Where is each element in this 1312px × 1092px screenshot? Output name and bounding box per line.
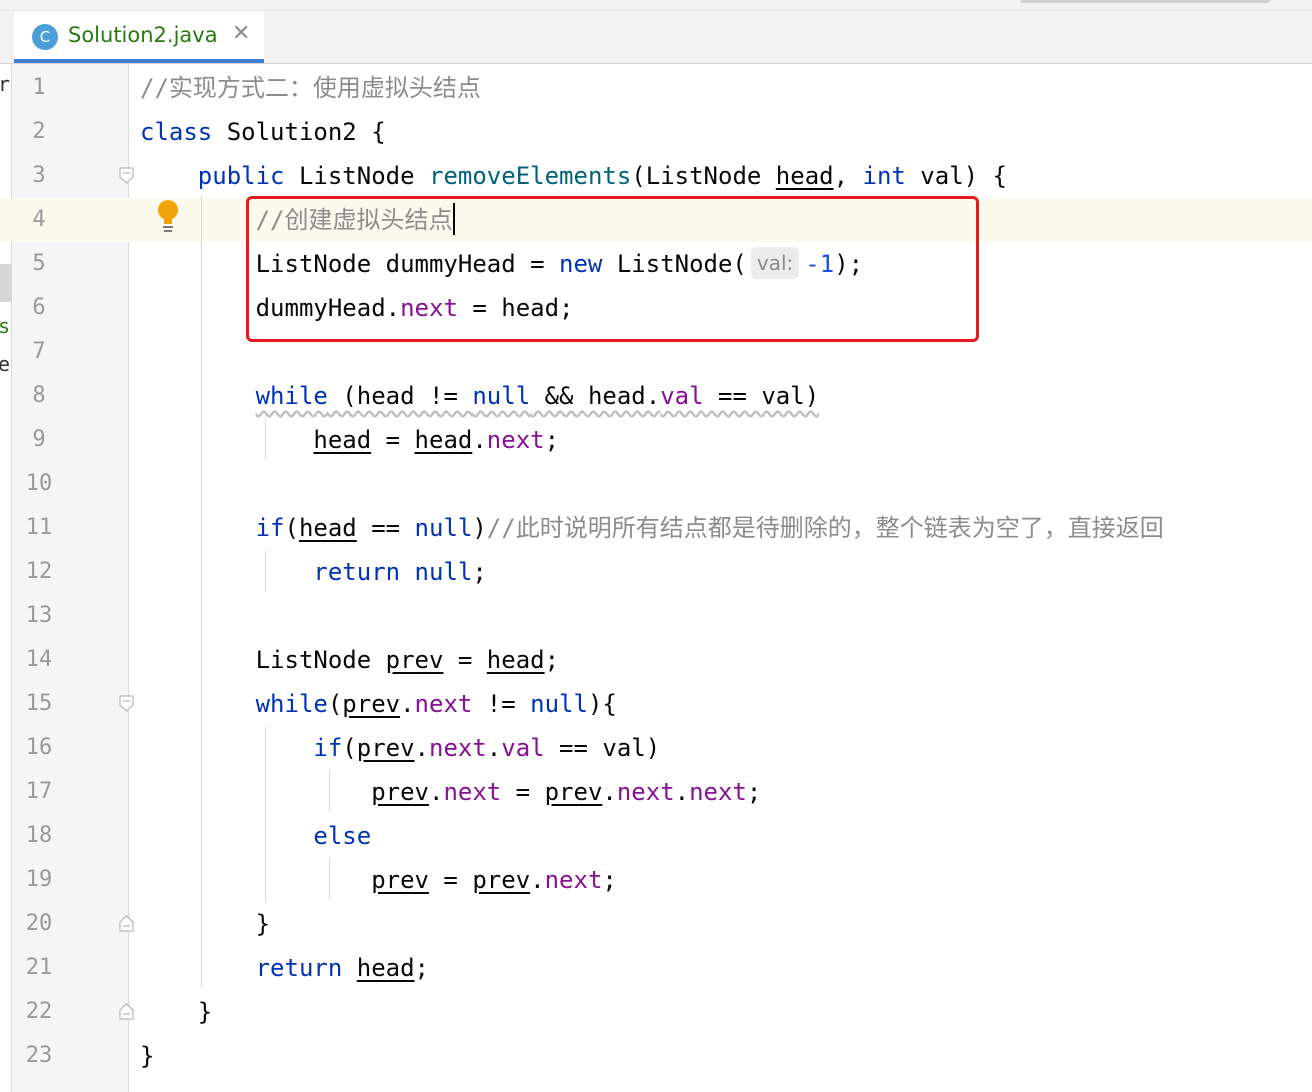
- line-number: 7: [32, 339, 46, 364]
- code-line[interactable]: 9 head = head.next;: [0, 418, 1312, 462]
- code-line[interactable]: 18 else: [0, 814, 1312, 858]
- code-text[interactable]: }: [140, 902, 270, 946]
- fold-close-icon[interactable]: [119, 1003, 134, 1020]
- code-text[interactable]: head = head.next;: [140, 418, 559, 462]
- line-number: 10: [25, 471, 53, 496]
- indent-guide: [265, 418, 266, 460]
- code-line[interactable]: 11 if(head == null)//此时说明所有结点都是待删除的，整个链表…: [0, 506, 1312, 550]
- line-number: 1: [32, 75, 46, 100]
- fold-close-icon[interactable]: [119, 915, 134, 932]
- line-number: 22: [25, 999, 53, 1024]
- code-line[interactable]: 17 prev.next = prev.next.next;: [0, 770, 1312, 814]
- code-line[interactable]: 15 while(prev.next != null){: [0, 682, 1312, 726]
- intention-bulb-icon[interactable]: [156, 199, 180, 233]
- code-text[interactable]: }: [140, 1034, 154, 1078]
- code-text[interactable]: class Solution2 {: [140, 110, 386, 154]
- line-number: 21: [25, 955, 53, 980]
- code-line[interactable]: 1 //实现方式二：使用虚拟头结点: [0, 66, 1312, 110]
- line-number: 19: [25, 867, 53, 892]
- indent-guide: [265, 726, 266, 902]
- code-line[interactable]: 2 class Solution2 {: [0, 110, 1312, 154]
- highlight-box: [246, 196, 979, 342]
- code-text[interactable]: ListNode prev = head;: [140, 638, 559, 682]
- code-line[interactable]: 16 if(prev.next.val == val): [0, 726, 1312, 770]
- line-number: 23: [25, 1043, 53, 1068]
- code-text[interactable]: }: [140, 990, 212, 1034]
- line-number: 9: [32, 427, 46, 452]
- code-text[interactable]: public ListNode removeElements(ListNode …: [140, 154, 1007, 198]
- code-line[interactable]: 19 prev = prev.next;: [0, 858, 1312, 902]
- indent-guide: [329, 858, 330, 900]
- line-number: 15: [25, 691, 53, 716]
- code-line[interactable]: 23}: [0, 1034, 1312, 1078]
- line-number: 4: [32, 207, 46, 232]
- line-number: 16: [25, 735, 53, 760]
- editor-tab-bar: C Solution2.java ✕: [0, 11, 1312, 64]
- line-number: 17: [25, 779, 53, 804]
- line-number: 12: [25, 559, 53, 584]
- code-line[interactable]: 20 }: [0, 902, 1312, 946]
- code-text[interactable]: while(prev.next != null){: [140, 682, 617, 726]
- code-text[interactable]: prev = prev.next;: [140, 858, 617, 902]
- line-number: 20: [25, 911, 53, 936]
- code-line[interactable]: 13: [0, 594, 1312, 638]
- window-top-strip: [0, 0, 1312, 11]
- code-line[interactable]: 3 public ListNode removeElements(ListNod…: [0, 154, 1312, 198]
- line-number: 8: [32, 383, 46, 408]
- line-number: 5: [32, 251, 46, 276]
- code-text[interactable]: if(prev.next.val == val): [140, 726, 660, 770]
- code-text[interactable]: while (head != null && head.val == val): [140, 374, 820, 418]
- line-number: 3: [32, 163, 46, 188]
- line-number: 2: [32, 119, 46, 144]
- indent-guide: [265, 550, 266, 592]
- line-number: 6: [32, 295, 46, 320]
- tab-solution2-java[interactable]: C Solution2.java ✕: [14, 11, 264, 63]
- code-text[interactable]: else: [140, 814, 371, 858]
- code-line[interactable]: 14 ListNode prev = head;: [0, 638, 1312, 682]
- code-line[interactable]: 12 return null;: [0, 550, 1312, 594]
- line-number: 14: [25, 647, 53, 672]
- close-icon[interactable]: ✕: [232, 21, 250, 46]
- code-text[interactable]: prev.next = prev.next.next;: [140, 770, 761, 814]
- code-text[interactable]: return null;: [140, 550, 486, 594]
- fold-open-icon[interactable]: [119, 695, 134, 712]
- code-line[interactable]: 8 while (head != null && head.val == val…: [0, 374, 1312, 418]
- line-number: 13: [25, 603, 53, 628]
- code-line[interactable]: 10: [0, 462, 1312, 506]
- line-number: 18: [25, 823, 53, 848]
- code-text[interactable]: return head;: [140, 946, 429, 990]
- java-class-icon: C: [32, 24, 58, 50]
- scroll-knob[interactable]: [1020, 0, 1270, 3]
- indent-guide: [201, 196, 202, 988]
- tab-filename: Solution2.java: [68, 23, 218, 47]
- code-line[interactable]: 21 return head;: [0, 946, 1312, 990]
- indent-guide: [329, 770, 330, 812]
- code-text[interactable]: if(head == null)//此时说明所有结点都是待删除的，整个链表为空了…: [140, 506, 1164, 550]
- code-text[interactable]: //实现方式二：使用虚拟头结点: [140, 66, 481, 110]
- line-number: 11: [25, 515, 53, 540]
- code-line[interactable]: 22 }: [0, 990, 1312, 1034]
- fold-open-icon[interactable]: [119, 167, 134, 184]
